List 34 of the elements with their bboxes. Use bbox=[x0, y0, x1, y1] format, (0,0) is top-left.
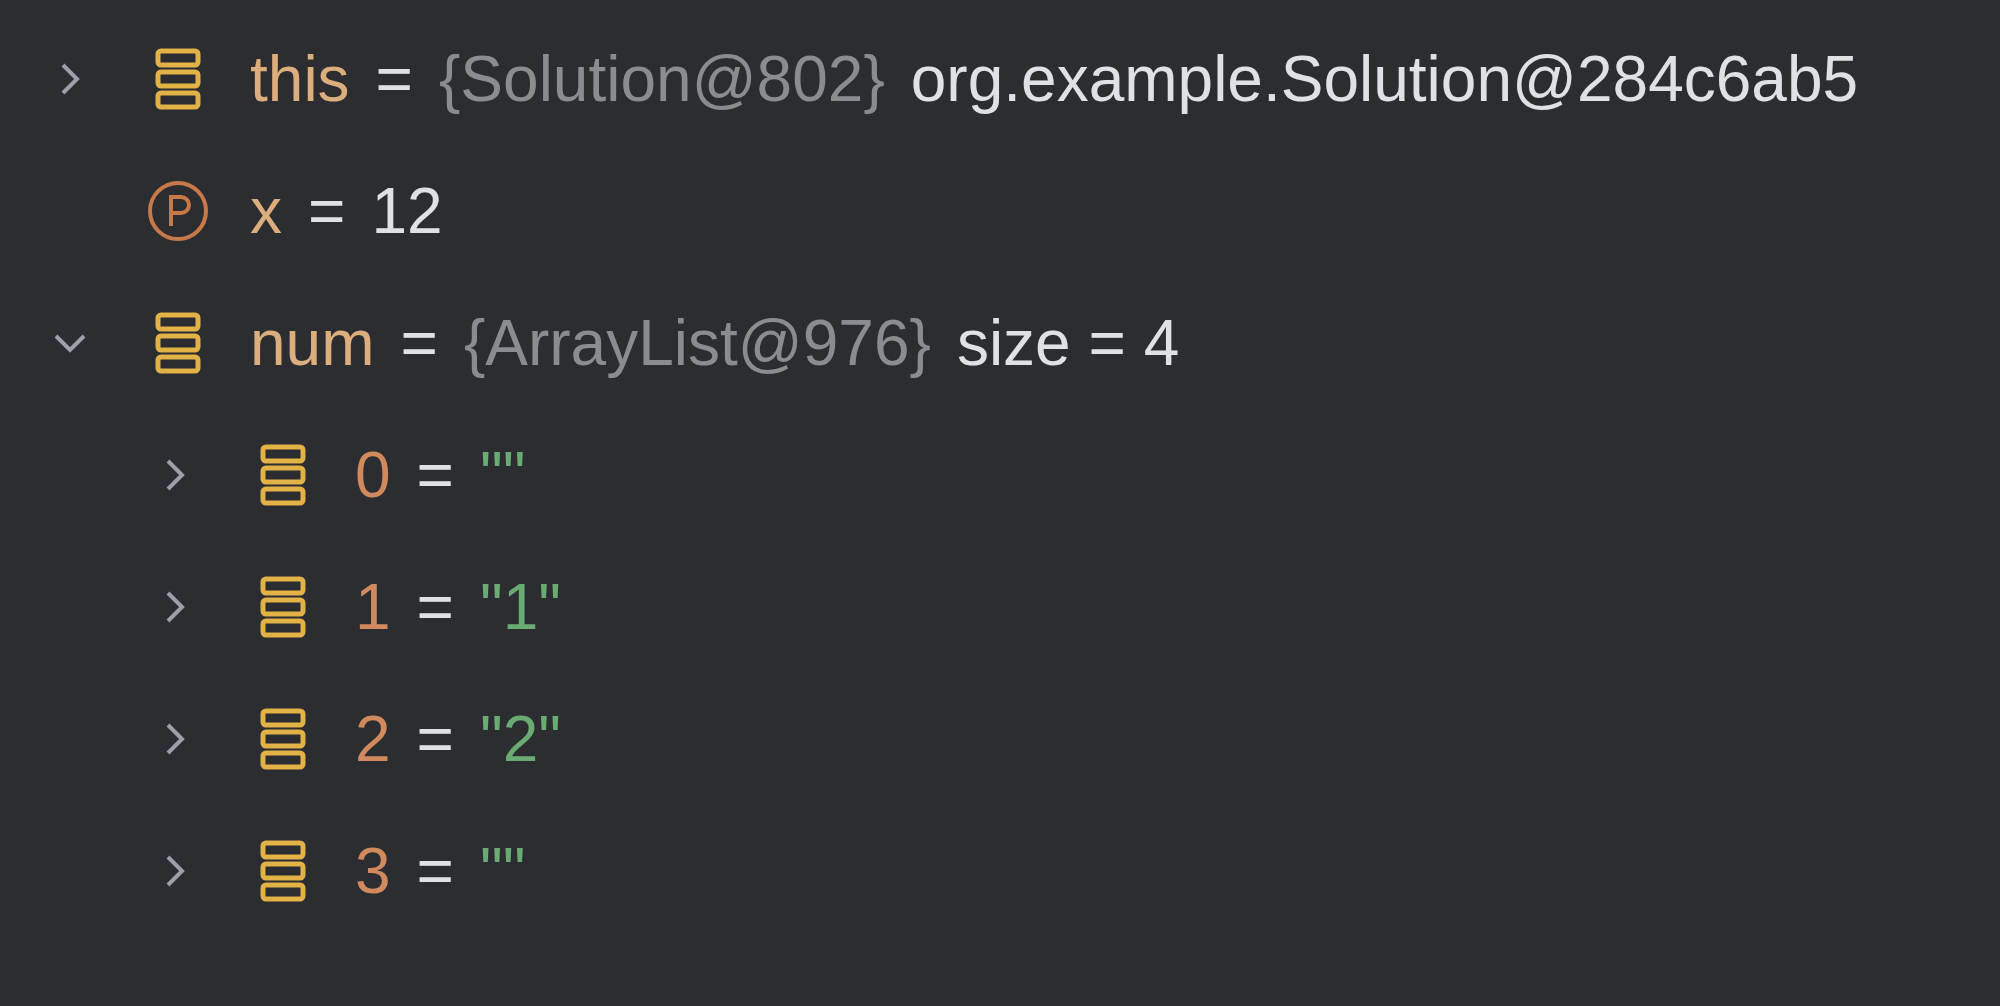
stack-icon bbox=[260, 840, 306, 902]
variable-name: this bbox=[250, 47, 350, 111]
variable-row[interactable]: x = 12 bbox=[0, 145, 2000, 277]
stack-icon bbox=[260, 444, 306, 506]
variable-row[interactable]: num = {ArrayList@976} size = 4 bbox=[0, 277, 2000, 409]
variable-name: 2 bbox=[355, 707, 391, 771]
stack-icon bbox=[155, 48, 201, 110]
variable-value: "" bbox=[479, 839, 526, 903]
variable-row[interactable]: 2 = "2" bbox=[0, 673, 2000, 805]
variable-name: x bbox=[250, 179, 282, 243]
variable-row[interactable]: 0 = "" bbox=[0, 409, 2000, 541]
variable-row[interactable]: 1 = "1" bbox=[0, 541, 2000, 673]
equals-sign: = bbox=[375, 47, 413, 111]
variable-value: "2" bbox=[479, 707, 561, 771]
variable-name: 1 bbox=[355, 575, 391, 639]
equals-sign: = bbox=[416, 443, 454, 507]
variable-value: 12 bbox=[371, 179, 443, 243]
variable-row[interactable]: 3 = "" bbox=[0, 805, 2000, 937]
variable-name: num bbox=[250, 311, 375, 375]
variable-value: "1" bbox=[479, 575, 561, 639]
variable-row[interactable]: this = {Solution@802} org.example.Solution@284c6ab5 bbox=[0, 13, 2000, 145]
equals-sign: = bbox=[400, 311, 438, 375]
variable-value: "" bbox=[479, 443, 526, 507]
parameter-icon bbox=[147, 180, 209, 242]
equals-sign: = bbox=[416, 575, 454, 639]
stack-icon bbox=[155, 312, 201, 374]
stack-icon bbox=[260, 708, 306, 770]
equals-sign: = bbox=[416, 839, 454, 903]
variable-name: 0 bbox=[355, 443, 391, 507]
equals-sign: = bbox=[416, 707, 454, 771]
variable-name: 3 bbox=[355, 839, 391, 903]
stack-icon bbox=[260, 576, 306, 638]
equals-sign: = bbox=[308, 179, 346, 243]
variable-value: size = 4 bbox=[956, 311, 1180, 375]
